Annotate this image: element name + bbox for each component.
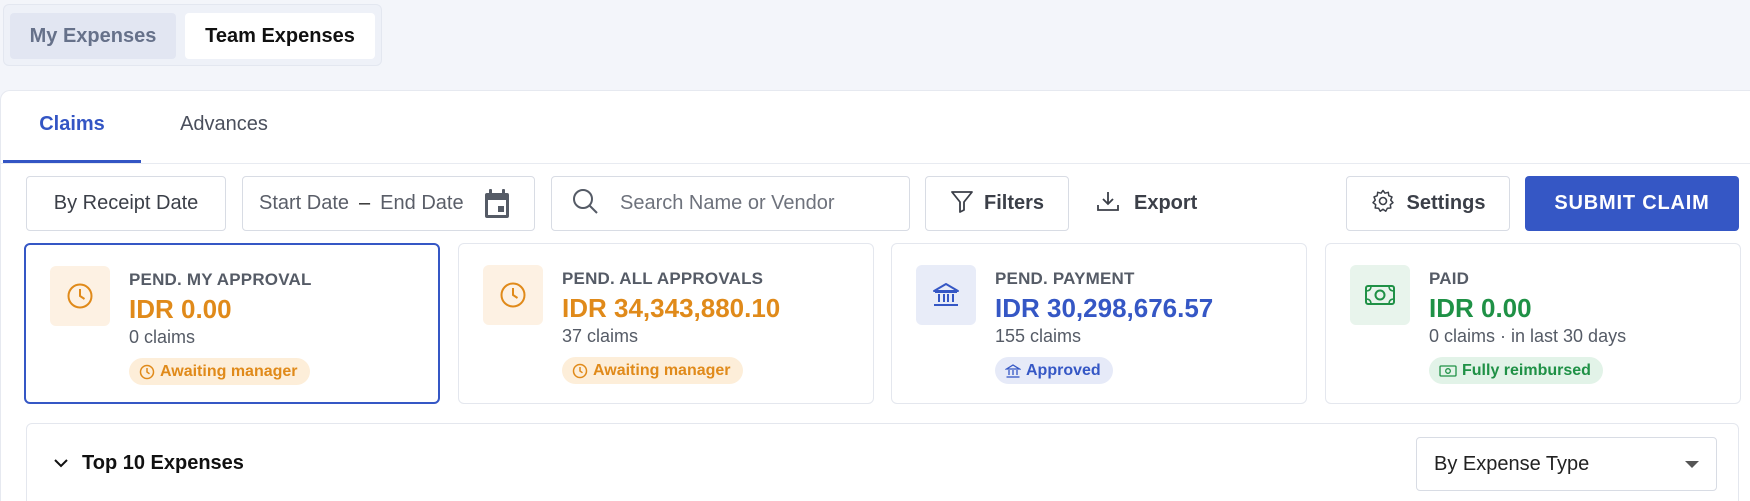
status-badge-label: Fully reimbursed [1462, 361, 1591, 379]
date-separator: – [359, 192, 371, 214]
clock-icon [139, 364, 155, 379]
settings-button[interactable]: Settings [1346, 176, 1510, 231]
card-count: 155 claims [995, 326, 1082, 346]
tab-divider [0, 163, 1750, 164]
tab-my-expenses[interactable]: My Expenses [10, 13, 176, 59]
card-paid[interactable]: PAID IDR 0.00 0 claims · in last 30 days… [1325, 243, 1741, 404]
card-pending-all-approvals[interactable]: PEND. ALL APPROVALS IDR 34,343,880.10 37… [458, 243, 874, 404]
group-by-value: By Expense Type [1434, 452, 1590, 475]
tab-claims[interactable]: Claims [3, 113, 141, 163]
tab-team-expenses[interactable]: Team Expenses [185, 13, 375, 59]
tab-claims-label: Claims [39, 113, 105, 135]
settings-label: Settings [1406, 192, 1486, 214]
tab-advances[interactable]: Advances [150, 113, 298, 163]
receipt-date-label: By Receipt Date [53, 192, 199, 214]
card-title: PAID [1429, 269, 1470, 288]
calendar-icon[interactable] [484, 189, 510, 225]
filters-label: Filters [983, 192, 1045, 214]
card-pending-my-approval[interactable]: PEND. MY APPROVAL IDR 0.00 0 claims Awai… [24, 243, 440, 404]
top-expenses-section: Top 10 Expenses By Expense Type [26, 423, 1739, 501]
card-pending-payment[interactable]: PEND. PAYMENT IDR 30,298,676.57 155 clai… [891, 243, 1307, 404]
card-count: 0 claims · in last 30 days [1429, 326, 1627, 346]
clock-icon [572, 363, 588, 378]
export-button[interactable]: Export [1096, 176, 1197, 231]
group-by-select[interactable]: By Expense Type [1416, 437, 1717, 491]
status-badge: Awaiting manager [129, 358, 310, 385]
filters-button[interactable]: Filters [925, 176, 1069, 231]
date-range-picker[interactable]: Start Date – End Date [242, 176, 535, 231]
status-badge: Awaiting manager [562, 357, 743, 384]
clock-icon [50, 266, 110, 326]
card-amount: IDR 0.00 [129, 294, 232, 324]
gear-icon [1371, 189, 1395, 219]
status-badge: Approved [995, 357, 1113, 384]
cash-icon [1350, 265, 1410, 325]
download-icon [1096, 189, 1120, 219]
card-amount: IDR 34,343,880.10 [562, 293, 781, 323]
status-badge-label: Approved [1026, 361, 1101, 379]
export-label: Export [1134, 192, 1198, 214]
clock-icon [483, 265, 543, 325]
bank-icon [916, 265, 976, 325]
dropdown-caret-icon [1685, 461, 1699, 468]
card-count: 0 claims [129, 327, 196, 347]
card-count: 37 claims [562, 326, 639, 346]
tab-advances-label: Advances [180, 113, 268, 135]
submit-claim-label: SUBMIT CLAIM [1554, 192, 1710, 214]
card-title: PEND. ALL APPROVALS [562, 269, 764, 288]
search-field[interactable]: Search Name or Vendor [551, 176, 910, 231]
end-date-placeholder: End Date [380, 192, 464, 214]
card-title: PEND. PAYMENT [995, 269, 1135, 288]
receipt-date-button[interactable]: By Receipt Date [26, 176, 226, 231]
start-date-placeholder: Start Date [259, 192, 350, 214]
card-title: PEND. MY APPROVAL [129, 270, 312, 289]
status-badge-label: Awaiting manager [160, 362, 298, 380]
view-switcher: My Expenses Team Expenses [3, 4, 382, 66]
filter-icon [950, 189, 974, 219]
card-amount: IDR 30,298,676.57 [995, 293, 1214, 323]
chevron-down-icon[interactable] [52, 454, 70, 477]
top-expenses-title[interactable]: Top 10 Expenses [82, 452, 244, 475]
card-amount: IDR 0.00 [1429, 293, 1532, 323]
cash-icon [1439, 364, 1457, 377]
status-badge-label: Awaiting manager [593, 361, 731, 379]
bank-icon [1005, 363, 1021, 378]
search-input[interactable]: Search Name or Vendor [620, 192, 835, 215]
search-icon [572, 188, 598, 220]
submit-claim-button[interactable]: SUBMIT CLAIM [1525, 176, 1739, 231]
status-badge: Fully reimbursed [1429, 357, 1603, 384]
